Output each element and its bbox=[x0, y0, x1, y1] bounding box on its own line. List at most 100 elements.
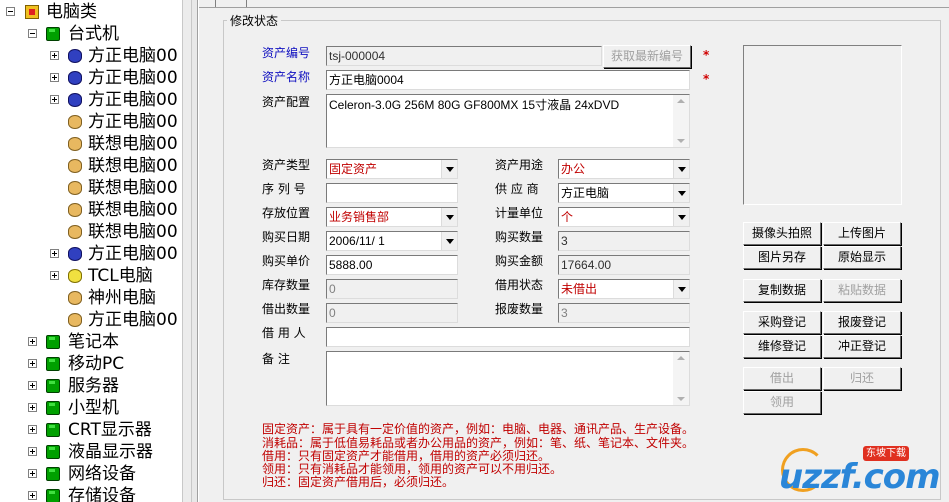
tree-node-category[interactable]: 小型机 bbox=[0, 397, 180, 419]
scroll-up-icon[interactable] bbox=[677, 356, 685, 360]
asset-no-field[interactable]: tsj-000004 bbox=[326, 46, 602, 66]
scroll-up-icon[interactable] bbox=[677, 99, 685, 103]
expand-icon[interactable] bbox=[50, 51, 59, 60]
borrow-state-label: 借用状态 bbox=[495, 278, 544, 292]
expand-icon[interactable] bbox=[28, 469, 37, 478]
config-scrollbar[interactable] bbox=[673, 95, 689, 147]
use-label: 资产用途 bbox=[495, 158, 544, 172]
expand-icon[interactable] bbox=[28, 425, 37, 434]
save-image-as-button[interactable]: 图片另存 bbox=[743, 246, 821, 269]
tree-node-category[interactable]: 网络设备 bbox=[0, 463, 180, 485]
get-latest-no-button[interactable]: 获取最新编号 bbox=[603, 45, 691, 68]
buy-date-picker[interactable]: 2006/11/ 1 bbox=[326, 231, 458, 251]
purchase-register-button[interactable]: 采购登记 bbox=[743, 311, 821, 334]
camera-capture-button[interactable]: 摄像头拍照 bbox=[743, 222, 821, 245]
collapse-icon[interactable] bbox=[28, 29, 37, 38]
tree-node-item[interactable]: 方正电脑00 bbox=[0, 45, 180, 67]
lend-button[interactable]: 借出 bbox=[743, 367, 821, 390]
asset-name-field[interactable]: 方正电脑0004 bbox=[326, 70, 690, 90]
splitter[interactable] bbox=[192, 0, 198, 502]
tree-node-item[interactable]: 方正电脑00 bbox=[0, 89, 180, 111]
divider bbox=[199, 7, 949, 8]
tree-node-item[interactable]: 方正电脑00 bbox=[0, 111, 180, 133]
tree-node-label: 液晶显示器 bbox=[68, 442, 153, 462]
dropdown-arrow-icon[interactable] bbox=[673, 208, 689, 226]
dropdown-arrow-icon[interactable] bbox=[673, 184, 689, 202]
amount-label: 购买金额 bbox=[495, 254, 544, 268]
tree-node-category[interactable]: 液晶显示器 bbox=[0, 441, 180, 463]
type-select[interactable]: 固定资产 bbox=[326, 159, 458, 179]
remark-scrollbar[interactable] bbox=[673, 352, 689, 405]
expand-icon[interactable] bbox=[28, 337, 37, 346]
tree-node-item[interactable]: 联想电脑00 bbox=[0, 199, 180, 221]
reverse-register-button[interactable]: 冲正登记 bbox=[823, 335, 901, 358]
tan-disk-icon bbox=[68, 159, 82, 173]
expand-icon[interactable] bbox=[50, 249, 59, 258]
buy-qty-label: 购买数量 bbox=[495, 230, 544, 244]
tree-node-label: 方正电脑00 bbox=[88, 46, 178, 66]
type-label: 资产类型 bbox=[262, 158, 311, 172]
tree-node-item[interactable]: 联想电脑00 bbox=[0, 155, 180, 177]
tree-node-item[interactable]: 联想电脑00 bbox=[0, 221, 180, 243]
dropdown-arrow-icon[interactable] bbox=[441, 232, 457, 250]
config-textarea[interactable]: Celeron-3.0G 256M 80G GF800MX 15寸液晶 24xD… bbox=[326, 94, 690, 148]
scroll-down-icon[interactable] bbox=[677, 139, 685, 143]
tree-node-category[interactable]: 笔记本 bbox=[0, 331, 180, 353]
expand-icon[interactable] bbox=[28, 447, 37, 456]
green-cube-icon bbox=[46, 489, 60, 502]
unit-select[interactable]: 个 bbox=[558, 207, 690, 227]
asset-tree[interactable]: 电脑类 台式机 方正电脑00 方正电脑00 方正电脑00 方正电脑00 联想电脑00 联想… bbox=[0, 0, 182, 502]
original-view-button[interactable]: 原始显示 bbox=[823, 246, 901, 269]
tree-node-item[interactable]: TCL电脑 bbox=[0, 265, 180, 287]
borrower-label: 借 用 人 bbox=[262, 326, 306, 340]
expand-icon[interactable] bbox=[50, 73, 59, 82]
expand-icon[interactable] bbox=[50, 95, 59, 104]
tan-disk-icon bbox=[68, 291, 82, 305]
borrow-state-select[interactable]: 未借出 bbox=[558, 279, 690, 299]
tree-node-item[interactable]: 联想电脑00 bbox=[0, 177, 180, 199]
expand-icon[interactable] bbox=[28, 403, 37, 412]
receive-button[interactable]: 领用 bbox=[743, 391, 821, 414]
tree-node-category[interactable]: 移动PC bbox=[0, 353, 180, 375]
tree-node-item[interactable]: 神州电脑 bbox=[0, 287, 180, 309]
paste-data-button[interactable]: 粘贴数据 bbox=[823, 279, 901, 302]
supplier-select[interactable]: 方正电脑 bbox=[558, 183, 690, 203]
upload-image-button[interactable]: 上传图片 bbox=[823, 222, 901, 245]
tree-node-item[interactable]: 联想电脑00 bbox=[0, 133, 180, 155]
remark-textarea[interactable] bbox=[326, 351, 690, 406]
price-field[interactable]: 5888.00 bbox=[326, 255, 458, 275]
tree-node-desktop[interactable]: 台式机 bbox=[0, 23, 180, 45]
tree-node-item[interactable]: 方正电脑00 bbox=[0, 243, 180, 265]
tree-node-category[interactable]: 存储设备 bbox=[0, 485, 180, 502]
collapse-icon[interactable] bbox=[6, 7, 15, 16]
repair-register-button[interactable]: 维修登记 bbox=[743, 335, 821, 358]
note-borrow: 借用：只有固定资产才能借用，借用的资产必须归还。 bbox=[262, 449, 551, 463]
tree-node-root[interactable]: 电脑类 bbox=[0, 1, 180, 23]
use-select[interactable]: 办公 bbox=[558, 159, 690, 179]
tree-node-label: 电脑类 bbox=[46, 2, 97, 22]
tree-node-category[interactable]: CRT显示器 bbox=[0, 419, 180, 441]
copy-data-button[interactable]: 复制数据 bbox=[743, 279, 821, 302]
scrap-register-button[interactable]: 报废登记 bbox=[823, 311, 901, 334]
tree-scrollbar[interactable] bbox=[182, 0, 192, 502]
required-mark: * bbox=[703, 48, 710, 62]
expand-icon[interactable] bbox=[28, 359, 37, 368]
serial-field[interactable] bbox=[326, 183, 458, 203]
tree-node-label: 小型机 bbox=[68, 398, 119, 418]
dropdown-arrow-icon[interactable] bbox=[673, 160, 689, 178]
tree-node-item[interactable]: 方正电脑00 bbox=[0, 309, 180, 331]
expand-icon[interactable] bbox=[28, 381, 37, 390]
tree-node-category[interactable]: 服务器 bbox=[0, 375, 180, 397]
dropdown-arrow-icon[interactable] bbox=[441, 160, 457, 178]
tree-node-item[interactable]: 方正电脑00 bbox=[0, 67, 180, 89]
tree-node-label: 网络设备 bbox=[68, 464, 136, 484]
location-select[interactable]: 业务销售部 bbox=[326, 207, 458, 227]
tree-node-label: 联想电脑00 bbox=[88, 222, 178, 242]
expand-icon[interactable] bbox=[28, 491, 37, 500]
borrower-field[interactable] bbox=[326, 327, 690, 347]
dropdown-arrow-icon[interactable] bbox=[673, 280, 689, 298]
expand-icon[interactable] bbox=[50, 271, 59, 280]
scroll-down-icon[interactable] bbox=[677, 397, 685, 401]
dropdown-arrow-icon[interactable] bbox=[441, 208, 457, 226]
return-button[interactable]: 归还 bbox=[823, 367, 901, 390]
